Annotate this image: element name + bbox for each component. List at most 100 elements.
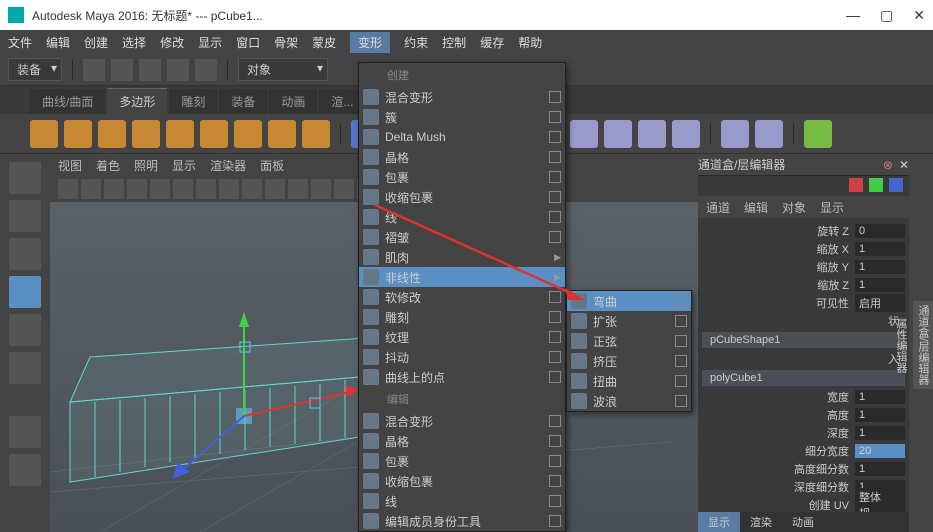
vp-menu-面板[interactable]: 面板 xyxy=(260,157,284,174)
ch-menu-通道[interactable]: 通道 xyxy=(706,199,730,216)
open-scene-icon[interactable] xyxy=(111,59,133,81)
shelf-icon-22[interactable] xyxy=(721,120,749,148)
option-box-icon[interactable] xyxy=(675,375,687,387)
vp-tool-12[interactable] xyxy=(334,179,354,199)
undo-icon[interactable] xyxy=(167,59,189,81)
ch-menu-显示[interactable]: 显示 xyxy=(820,199,844,216)
menu-蒙皮[interactable]: 蒙皮 xyxy=(312,34,336,51)
vp-tool-6[interactable] xyxy=(196,179,216,199)
paint-select-tool-icon[interactable] xyxy=(9,238,41,270)
new-scene-icon[interactable] xyxy=(83,59,105,81)
save-scene-icon[interactable] xyxy=(139,59,161,81)
shelf-icon-17[interactable] xyxy=(570,120,598,148)
layout-four-icon[interactable] xyxy=(9,454,41,486)
ch-menu-对象[interactable]: 对象 xyxy=(782,199,806,216)
attr-value[interactable]: 1 xyxy=(855,260,905,274)
popup-item-挤压[interactable]: 挤压 xyxy=(567,351,691,371)
popup-item-簇[interactable]: 簇 xyxy=(359,107,565,127)
green-dot-icon[interactable] xyxy=(869,178,883,192)
vp-tool-11[interactable] xyxy=(311,179,331,199)
shelf-tab-3[interactable]: 装备 xyxy=(219,89,267,114)
option-box-icon[interactable] xyxy=(549,191,561,203)
popup-item-包裹[interactable]: 包裹 xyxy=(359,167,565,187)
option-box-icon[interactable] xyxy=(549,371,561,383)
attr-value[interactable]: 启用 xyxy=(855,294,905,312)
minimize-button[interactable]: — xyxy=(846,7,860,24)
popup-item-混合变形[interactable]: 混合变形 xyxy=(359,87,565,107)
attr-value[interactable]: 0 xyxy=(855,224,905,238)
option-box-icon[interactable] xyxy=(549,495,561,507)
menu-控制[interactable]: 控制 xyxy=(442,34,466,51)
vp-menu-显示[interactable]: 显示 xyxy=(172,157,196,174)
redo-icon[interactable] xyxy=(195,59,217,81)
vp-tool-5[interactable] xyxy=(173,179,193,199)
popup-item-混合变形[interactable]: 混合变形 xyxy=(359,411,565,431)
attr-value[interactable]: 1 xyxy=(855,242,905,256)
menu-窗口[interactable]: 窗口 xyxy=(236,34,260,51)
option-box-icon[interactable] xyxy=(549,475,561,487)
move-tool-icon[interactable] xyxy=(9,276,41,308)
vp-tool-1[interactable] xyxy=(81,179,101,199)
option-box-icon[interactable] xyxy=(549,455,561,467)
shelf-icon-1[interactable] xyxy=(64,120,92,148)
popup-item-晶格[interactable]: 晶格 xyxy=(359,431,565,451)
popup-item-编辑成员身份工具[interactable]: 编辑成员身份工具 xyxy=(359,511,565,531)
popup-item-软修改[interactable]: 软修改 xyxy=(359,287,565,307)
menu-骨架[interactable]: 骨架 xyxy=(274,34,298,51)
lasso-tool-icon[interactable] xyxy=(9,200,41,232)
menu-显示[interactable]: 显示 xyxy=(198,34,222,51)
option-box-icon[interactable] xyxy=(675,355,687,367)
shelf-icon-0[interactable] xyxy=(30,120,58,148)
menu-变形[interactable]: 变形 xyxy=(350,32,390,53)
vp-tool-9[interactable] xyxy=(265,179,285,199)
option-box-icon[interactable] xyxy=(549,515,561,527)
vp-tool-8[interactable] xyxy=(242,179,262,199)
shelf-icon-19[interactable] xyxy=(638,120,666,148)
close-panel-icon[interactable]: ⊗ xyxy=(883,158,893,172)
vp-tool-7[interactable] xyxy=(219,179,239,199)
shelf-icon-20[interactable] xyxy=(672,120,700,148)
popup-item-正弦[interactable]: 正弦 xyxy=(567,331,691,351)
option-box-icon[interactable] xyxy=(549,171,561,183)
shelf-icon-3[interactable] xyxy=(132,120,160,148)
menu-帮助[interactable]: 帮助 xyxy=(518,34,542,51)
option-box-icon[interactable] xyxy=(549,231,561,243)
red-dot-icon[interactable] xyxy=(849,178,863,192)
attr-value[interactable]: 1 xyxy=(855,390,905,404)
popup-item-雕刻[interactable]: 雕刻 xyxy=(359,307,565,327)
popup-item-扩张[interactable]: 扩张 xyxy=(567,311,691,331)
vp-menu-着色[interactable]: 着色 xyxy=(96,157,120,174)
popup-item-晶格[interactable]: 晶格 xyxy=(359,147,565,167)
menu-选择[interactable]: 选择 xyxy=(122,34,146,51)
module-dropdown[interactable]: 装备 xyxy=(8,58,62,81)
channel-box-tab-vertical[interactable]: 通道盒/层编辑器 xyxy=(913,301,933,389)
attribute-editor-tab-vertical[interactable]: 属性编辑器 xyxy=(891,314,911,377)
shelf-icon-7[interactable] xyxy=(268,120,296,148)
option-box-icon[interactable] xyxy=(549,151,561,163)
shelf-tab-2[interactable]: 雕刻 xyxy=(169,89,217,114)
layout-single-icon[interactable] xyxy=(9,416,41,448)
option-box-icon[interactable] xyxy=(549,435,561,447)
shelf-tab-0[interactable]: 曲线/曲面 xyxy=(30,89,105,114)
menu-修改[interactable]: 修改 xyxy=(160,34,184,51)
vp-tool-3[interactable] xyxy=(127,179,147,199)
shelf-icon-23[interactable] xyxy=(755,120,783,148)
shelf-icon-8[interactable] xyxy=(302,120,330,148)
popup-item-线[interactable]: 线 xyxy=(359,207,565,227)
option-box-icon[interactable] xyxy=(549,311,561,323)
option-box-icon[interactable] xyxy=(549,415,561,427)
vp-tool-2[interactable] xyxy=(104,179,124,199)
shape-node[interactable]: pCubeShape1 xyxy=(702,332,905,348)
blue-dot-icon[interactable] xyxy=(889,178,903,192)
option-box-icon[interactable] xyxy=(675,295,687,307)
option-box-icon[interactable] xyxy=(549,131,561,143)
popup-item-褶皱[interactable]: 褶皱 xyxy=(359,227,565,247)
attr-value[interactable]: 1 xyxy=(855,278,905,292)
input-node[interactable]: polyCube1 xyxy=(702,370,905,386)
ch-menu-编辑[interactable]: 编辑 xyxy=(744,199,768,216)
attr-value[interactable]: 20 xyxy=(855,444,905,458)
popup-item-非线性[interactable]: 非线性▶ xyxy=(359,267,565,287)
layer-tab-动画[interactable]: 动画 xyxy=(782,512,824,532)
shelf-icon-6[interactable] xyxy=(234,120,262,148)
popup-item-收缩包裹[interactable]: 收缩包裹 xyxy=(359,471,565,491)
